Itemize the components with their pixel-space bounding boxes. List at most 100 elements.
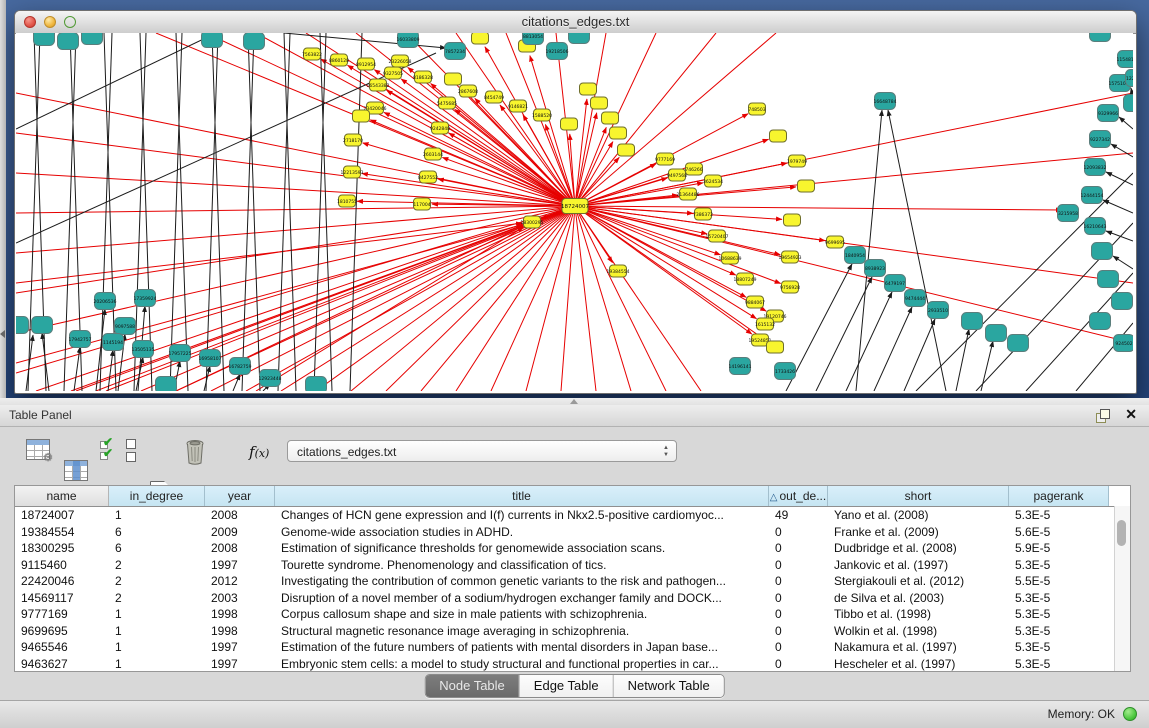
deselect-all-icon[interactable] <box>126 439 135 461</box>
table-row[interactable]: 969969511998Structural magnetic resonanc… <box>15 623 1130 640</box>
graph-node-teal[interactable]: 1221987 <box>1126 70 1134 87</box>
graph-node-yellow[interactable]: 9756928 <box>780 281 800 293</box>
graph-node-teal[interactable] <box>32 317 53 334</box>
graph-node-teal[interactable] <box>16 317 29 334</box>
graph-node-teal[interactable]: 8813054 <box>523 33 544 45</box>
graph-node-yellow[interactable]: 9146821 <box>508 100 528 112</box>
graph-node-yellow[interactable]: 117004 <box>413 198 430 210</box>
graph-node-yellow[interactable]: 2867608 <box>458 85 478 97</box>
graph-node-yellow[interactable]: 19384554 <box>607 265 630 277</box>
graph-node-teal[interactable] <box>58 33 79 50</box>
scrollbar-thumb[interactable] <box>1117 520 1126 546</box>
graph-node-teal[interactable] <box>1098 271 1119 288</box>
table-row[interactable]: 911546021997Tourette syndrome. Phenomeno… <box>15 557 1130 574</box>
graph-node-yellow[interactable]: 9327505 <box>383 67 403 79</box>
network-window[interactable]: citations_edges.txt 75638228860128891295… <box>14 10 1137 394</box>
graph-node-teal[interactable]: 12923448 <box>259 370 282 387</box>
graph-node-yellow[interactable]: 10688639 <box>719 252 742 264</box>
graph-node-yellow[interactable]: 18724007 <box>561 199 589 214</box>
graph-node-teal[interactable]: 19218506 <box>546 43 569 60</box>
graph-node-teal[interactable]: 1145194 <box>103 334 124 351</box>
graph-node-yellow[interactable]: 9777169 <box>655 153 675 165</box>
show-columns-icon[interactable] <box>64 460 88 481</box>
graph-node-yellow[interactable]: 1615132 <box>755 318 775 330</box>
graph-node-yellow[interactable]: 1979749 <box>787 155 807 167</box>
graph-node-teal[interactable]: 16958107 <box>199 350 222 367</box>
graph-node-yellow[interactable]: 1810755 <box>337 195 357 207</box>
graph-node-yellow[interactable]: 746266 <box>685 163 702 175</box>
window-titlebar[interactable]: citations_edges.txt <box>15 11 1136 34</box>
graph-node-yellow[interactable]: 3624534 <box>703 175 723 187</box>
graph-node-yellow[interactable] <box>618 144 635 156</box>
graph-node-teal[interactable]: 17942757 <box>69 331 92 348</box>
graph-node-yellow[interactable]: 7386372 <box>693 208 713 220</box>
tab-edge-table[interactable]: Edge Table <box>520 675 614 697</box>
graph-node-teal[interactable] <box>986 325 1007 342</box>
table-row[interactable]: 2242004622012Investigating the contribut… <box>15 573 1130 590</box>
graph-node-teal[interactable]: 9474444 <box>905 290 926 307</box>
graph-node-yellow[interactable]: 7563822 <box>302 48 322 60</box>
graph-node-yellow[interactable] <box>353 110 370 122</box>
graph-node-teal[interactable]: 17359924 <box>134 290 157 307</box>
graph-node-yellow[interactable] <box>767 341 784 353</box>
column-header-in_degree[interactable]: in_degree <box>109 486 205 506</box>
graph-node-yellow[interactable]: 8186328 <box>413 71 433 83</box>
graph-node-teal[interactable]: 16782759 <box>229 358 252 375</box>
graph-node-teal[interactable] <box>244 33 265 50</box>
graph-node-yellow[interactable]: 9497568 <box>667 169 687 181</box>
graph-node-yellow[interactable] <box>798 180 815 192</box>
graph-node-teal[interactable]: 7857234 <box>445 43 466 60</box>
delete-icon[interactable] <box>184 439 206 470</box>
function-builder-icon[interactable]: f(x) <box>249 443 269 461</box>
graph-node-teal[interactable] <box>1008 335 1029 352</box>
table-row[interactable]: 977716911998Corpus callosum shape and si… <box>15 606 1130 623</box>
graph-node-teal[interactable] <box>1112 293 1133 310</box>
graph-node-teal[interactable] <box>306 377 327 392</box>
graph-node-teal[interactable] <box>202 33 223 48</box>
graph-node-yellow[interactable]: 8912954 <box>356 58 376 70</box>
graph-node-yellow[interactable]: 23226058 <box>389 55 412 67</box>
graph-node-yellow[interactable]: 9699695 <box>825 236 845 248</box>
graph-node-yellow[interactable]: 8427552 <box>418 171 438 183</box>
graph-node-yellow[interactable] <box>602 112 619 124</box>
float-panel-icon[interactable] <box>1096 409 1109 422</box>
table-row[interactable]: 1938455462009Genome-wide association stu… <box>15 524 1130 541</box>
graph-node-teal[interactable] <box>1090 33 1111 42</box>
column-header-year[interactable]: year <box>205 486 275 506</box>
control-panel-splitter[interactable] <box>0 0 6 398</box>
column-header-name[interactable]: name <box>15 486 109 506</box>
graph-node-yellow[interactable]: 18807249 <box>734 273 757 285</box>
graph-node-teal[interactable]: 8938923 <box>865 260 886 277</box>
graph-node-teal[interactable] <box>156 377 177 392</box>
graph-node-yellow[interactable] <box>445 73 462 85</box>
graph-node-yellow[interactable] <box>472 33 489 44</box>
graph-node-yellow[interactable]: 8454749 <box>484 91 504 103</box>
graph-node-teal[interactable]: 2933510 <box>928 302 949 319</box>
panel-resize-grip[interactable] <box>0 398 1149 405</box>
graph-node-teal[interactable]: 16210643 <box>1084 218 1107 235</box>
network-canvas[interactable]: 7563822886012889129542322605893275051654… <box>16 33 1133 391</box>
graph-node-teal[interactable] <box>569 33 590 44</box>
graph-node-yellow[interactable]: 2718170 <box>343 134 363 146</box>
graph-node-teal[interactable]: 13505135 <box>132 341 155 358</box>
column-header-title[interactable]: title <box>275 486 769 506</box>
graph-node-yellow[interactable]: 18300295 <box>521 216 544 228</box>
graph-node-teal[interactable]: 9329966 <box>1098 105 1119 122</box>
graph-node-teal[interactable]: 17957225 <box>169 345 192 362</box>
graph-node-teal[interactable]: 11548108 <box>1117 51 1133 68</box>
graph-node-teal[interactable] <box>1090 313 1111 330</box>
graph-node-yellow[interactable]: 16543382 <box>367 79 390 91</box>
graph-node-yellow[interactable]: 1588520 <box>532 109 552 121</box>
graph-node-teal[interactable]: 12444154 <box>1081 187 1104 204</box>
graph-node-teal[interactable] <box>1124 95 1134 112</box>
graph-node-teal[interactable] <box>962 313 983 330</box>
graph-node-yellow[interactable]: 9242848 <box>430 122 450 134</box>
graph-node-yellow[interactable]: 21364486 <box>677 188 700 200</box>
graph-node-teal[interactable]: 16648784 <box>874 93 897 110</box>
table-row[interactable]: 1872400712008Changes of HCN gene express… <box>15 507 1130 524</box>
select-all-icon[interactable]: ✔ ✔ <box>100 439 118 463</box>
tab-network-table[interactable]: Network Table <box>614 675 724 697</box>
vertical-scrollbar[interactable] <box>1114 506 1130 671</box>
tab-node-table[interactable]: Node Table <box>425 675 520 697</box>
graph-node-teal[interactable] <box>34 33 55 46</box>
